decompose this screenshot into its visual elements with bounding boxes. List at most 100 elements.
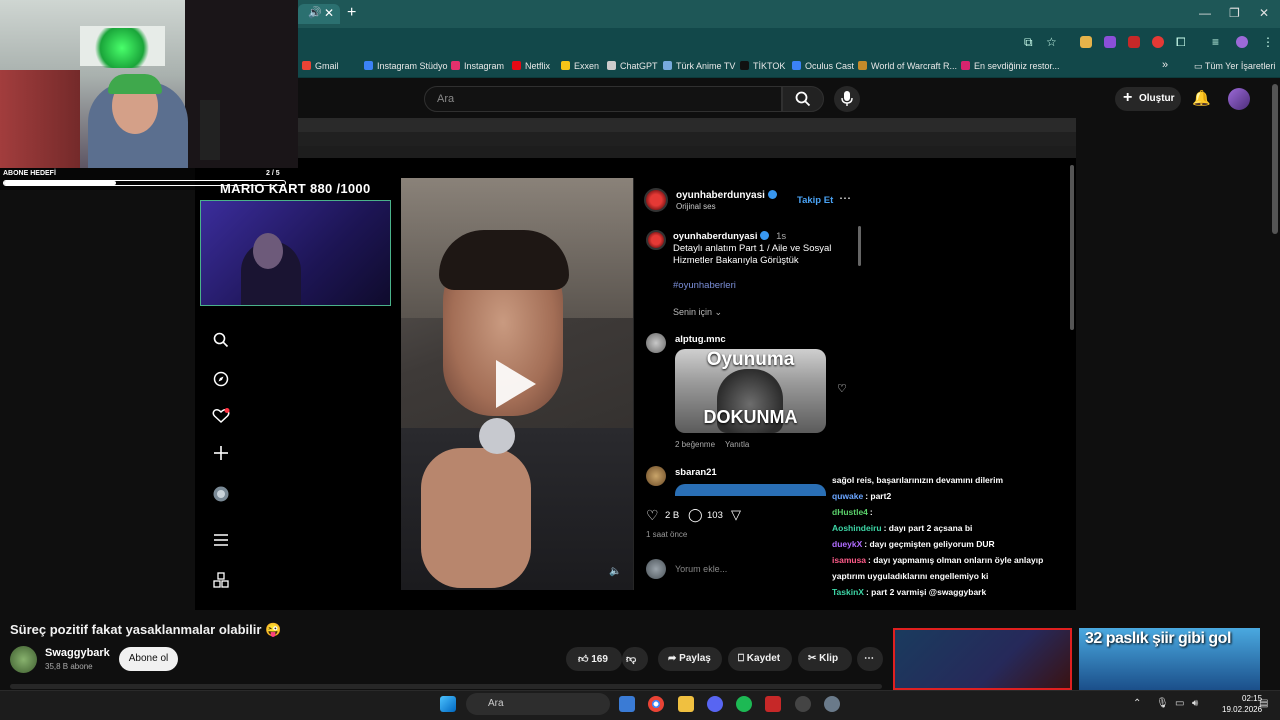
clip-button[interactable]: ✂ Klip bbox=[798, 647, 852, 671]
notifications-icon[interactable]: ▤ bbox=[1259, 698, 1268, 709]
bookmark-label: Oculus Cast bbox=[805, 61, 855, 71]
chat-overlay: sağol reis, başarılarınızın devamını dil… bbox=[832, 472, 1062, 600]
comment-like-heart-icon: ♡ bbox=[837, 383, 847, 395]
subscriber-count: 35,8 B abone bbox=[45, 662, 93, 671]
share-label: Paylaş bbox=[679, 653, 711, 664]
bookmark-item[interactable]: Instagram Stüdyo bbox=[364, 61, 448, 71]
account-avatar[interactable] bbox=[1228, 88, 1250, 110]
recommended-video-thumbnail[interactable]: 32 paslık şiir gibi gol bbox=[1079, 628, 1260, 690]
clock-time: 02:15 bbox=[1242, 694, 1263, 703]
cast-icon[interactable]: ⧉ bbox=[1024, 35, 1033, 50]
tray-overflow-icon[interactable]: ⌃ bbox=[1133, 698, 1141, 709]
chatgpt-icon bbox=[607, 61, 616, 70]
extension-icon[interactable] bbox=[1104, 36, 1116, 48]
speaker-icon[interactable]: 🔊 bbox=[308, 6, 322, 19]
search-icon bbox=[795, 91, 811, 107]
settings-gear-icon[interactable] bbox=[824, 696, 840, 712]
threads-apps-icon bbox=[212, 572, 230, 593]
embedded-scrollbar bbox=[1070, 165, 1074, 330]
search-button[interactable] bbox=[782, 86, 824, 112]
bookmark-item[interactable]: Netflix bbox=[512, 61, 550, 71]
channel-avatar[interactable] bbox=[10, 646, 37, 673]
close-tab-icon[interactable]: ✕ bbox=[324, 6, 334, 20]
lavalier-microphone bbox=[479, 418, 515, 454]
volume-tray-icon[interactable]: 🔊︎ bbox=[1192, 698, 1198, 709]
microphone-icon bbox=[841, 91, 853, 106]
spotify-icon[interactable] bbox=[736, 696, 752, 712]
bookmark-item[interactable]: ChatGPT bbox=[607, 61, 658, 71]
bookmark-item[interactable]: Exxen bbox=[561, 61, 599, 71]
window-close-icon[interactable]: ✕ bbox=[1259, 6, 1269, 20]
bookmark-label: TİKTOK bbox=[753, 61, 786, 71]
windows-start-icon[interactable] bbox=[440, 696, 456, 712]
like-button[interactable]: 👍︎ 169 bbox=[566, 647, 622, 671]
minimize-icon[interactable]: — bbox=[1199, 6, 1211, 20]
chat-text: : bbox=[869, 507, 873, 517]
bookmark-label: Exxen bbox=[574, 61, 600, 71]
bookmark-item[interactable]: Instagram bbox=[451, 61, 504, 71]
clock[interactable]: 02:15 19.02.2026 bbox=[1222, 693, 1262, 715]
bookmark-item[interactable]: World of Warcraft R... bbox=[858, 61, 957, 71]
discord-icon[interactable] bbox=[707, 696, 723, 712]
bookmark-star-icon[interactable]: ☆ bbox=[1046, 35, 1057, 49]
create-button[interactable]: + Oluştur bbox=[1115, 87, 1181, 111]
profile-avatar[interactable] bbox=[1236, 36, 1248, 48]
embedded-tab-strip bbox=[298, 118, 1076, 132]
meta-icon bbox=[364, 61, 373, 70]
play-icon bbox=[496, 360, 536, 408]
thumbs-up-icon: 👍︎ bbox=[578, 654, 589, 665]
post-time: 1 saat önce bbox=[646, 530, 688, 539]
taskbar-search[interactable]: Ara bbox=[466, 693, 610, 715]
save-button[interactable]: ⎕ Kaydet bbox=[728, 647, 792, 671]
bookmark-item[interactable]: Gmail bbox=[302, 61, 339, 71]
voice-search-button[interactable] bbox=[834, 86, 860, 112]
new-tab-button[interactable]: + bbox=[347, 4, 356, 22]
chat-text: : dayı geçmişten geliyorum DUR bbox=[864, 539, 995, 549]
bookmark-item[interactable]: TİKTOK bbox=[740, 61, 785, 71]
bookmark-item[interactable]: Oculus Cast bbox=[792, 61, 854, 71]
extension-icon[interactable] bbox=[1080, 36, 1092, 48]
dislike-button[interactable]: 👎︎ bbox=[622, 647, 648, 671]
video-title: Süreç pozitif fakat yasaklanmalar olabil… bbox=[10, 622, 282, 637]
chat-message: isamusa: dayı yapmamış olman onların öyl… bbox=[832, 552, 1062, 584]
bookmarks-overflow-button[interactable]: » bbox=[1162, 59, 1168, 71]
chat-message: Aoshindeiru: dayı part 2 açsana bi bbox=[832, 520, 1062, 536]
audio-label: Orijinal ses bbox=[676, 202, 716, 211]
presenter-hand bbox=[421, 448, 531, 588]
network-icon[interactable]: ▭ bbox=[1175, 698, 1184, 709]
chevron-down-icon: ⌄ bbox=[714, 307, 723, 317]
follow-button: Takip Et bbox=[797, 195, 834, 206]
widgets-icon[interactable] bbox=[619, 696, 635, 712]
file-explorer-icon[interactable] bbox=[678, 696, 694, 712]
thumbnail-text: 32 paslık şiir gibi gol bbox=[1085, 630, 1231, 647]
channel-name[interactable]: Swaggybark bbox=[45, 647, 110, 659]
reading-list-icon[interactable]: ≡ bbox=[1212, 35, 1219, 49]
menu-kebab-icon[interactable]: ⋮ bbox=[1262, 35, 1274, 49]
extension-icon[interactable] bbox=[1128, 36, 1140, 48]
green-cap bbox=[108, 74, 162, 94]
maximize-icon[interactable]: ❐ bbox=[1229, 6, 1240, 20]
recommended-video-thumbnail[interactable] bbox=[893, 628, 1072, 690]
search-input[interactable]: Ara bbox=[424, 86, 782, 112]
share-button[interactable]: ➦ Paylaş bbox=[658, 647, 722, 671]
obs-app-icon[interactable] bbox=[765, 696, 781, 712]
goal-label: ABONE HEDEFİ bbox=[3, 170, 56, 177]
bookmark-item[interactable]: Türk Anime TV bbox=[663, 61, 735, 71]
extension-icon[interactable] bbox=[1152, 36, 1164, 48]
more-actions-button[interactable]: ⋯ bbox=[857, 647, 883, 671]
app-icon[interactable] bbox=[795, 696, 811, 712]
subscribe-button[interactable]: Abone ol bbox=[119, 647, 178, 671]
bookmark-item[interactable]: En sevdiğiniz restor... bbox=[961, 61, 1060, 71]
all-bookmarks-button[interactable]: ▭ Tüm Yer İşaretleri bbox=[1194, 61, 1275, 72]
chrome-icon[interactable] bbox=[648, 696, 664, 712]
clock-date: 19.02.2026 bbox=[1222, 705, 1263, 714]
embedded-address-bar bbox=[298, 132, 1076, 146]
puzzle-icon[interactable]: ⧠ bbox=[1176, 35, 1186, 50]
caption-avatar bbox=[646, 230, 666, 250]
mic-tray-icon[interactable]: 🎙︎ bbox=[1156, 698, 1169, 709]
horizontal-scrollbar[interactable] bbox=[10, 684, 882, 689]
notifications-bell-icon[interactable]: 🔔 bbox=[1192, 89, 1211, 107]
comment-bubble-icon: ◯ bbox=[688, 507, 703, 522]
sort-label: Senin için bbox=[673, 307, 713, 317]
page-scrollbar[interactable] bbox=[1272, 84, 1278, 234]
